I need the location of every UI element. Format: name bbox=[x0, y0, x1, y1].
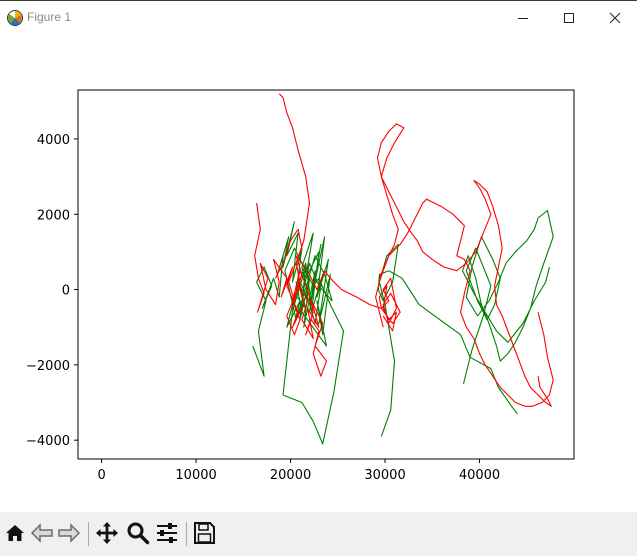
y-tick-label: −2000 bbox=[26, 359, 70, 374]
forward-arrow-icon bbox=[58, 523, 81, 543]
trajectory-line-1 bbox=[252, 221, 345, 445]
trajectory-line-6 bbox=[378, 198, 554, 407]
trajectory-line-3 bbox=[461, 209, 554, 384]
back-arrow-icon bbox=[30, 523, 53, 543]
maximize-icon bbox=[564, 12, 574, 23]
x-tick-label: 40000 bbox=[459, 468, 500, 483]
matplotlib-figure-icon bbox=[6, 9, 24, 27]
zoom-magnifier-icon bbox=[127, 522, 150, 545]
trajectory-line-2 bbox=[377, 243, 518, 437]
x-tick-label: 0 bbox=[97, 468, 105, 483]
trajectory-line-7 bbox=[375, 123, 552, 407]
y-tick-label: −4000 bbox=[26, 434, 70, 449]
y-axis: −4000 −2000 0 2000 4000 bbox=[26, 133, 78, 449]
save-button[interactable] bbox=[190, 519, 218, 547]
pan-move-icon bbox=[96, 522, 118, 544]
x-tick-label: 20000 bbox=[270, 468, 311, 483]
pan-button[interactable] bbox=[93, 519, 121, 547]
close-icon bbox=[609, 12, 621, 23]
y-tick-label: 0 bbox=[62, 284, 70, 299]
maximize-button[interactable] bbox=[546, 1, 592, 34]
home-button[interactable] bbox=[1, 519, 29, 547]
navigation-toolbar bbox=[0, 512, 637, 556]
window-title: Figure 1 bbox=[27, 10, 72, 24]
window-titlebar: Figure 1 bbox=[0, 0, 637, 34]
zoom-button[interactable] bbox=[124, 519, 152, 547]
floppy-disk-icon bbox=[194, 522, 215, 544]
x-tick-label: 10000 bbox=[175, 468, 216, 483]
figure-canvas[interactable]: 0 10000 20000 30000 40000 −4000 −2000 0 2000 400… bbox=[0, 34, 637, 512]
toolbar-separator bbox=[186, 522, 187, 546]
configure-subplots-button[interactable] bbox=[153, 519, 181, 547]
x-axis: 0 10000 20000 30000 40000 bbox=[97, 459, 500, 483]
back-button[interactable] bbox=[28, 519, 56, 547]
series-layer bbox=[252, 93, 554, 445]
toolbar-separator bbox=[88, 522, 89, 546]
sliders-icon bbox=[157, 523, 177, 543]
y-tick-label: 2000 bbox=[37, 208, 70, 223]
minimize-button[interactable] bbox=[500, 1, 546, 34]
close-button[interactable] bbox=[592, 1, 637, 34]
line-plot: 0 10000 20000 30000 40000 −4000 −2000 0 2000 400… bbox=[26, 89, 575, 483]
minimize-icon bbox=[518, 17, 528, 19]
y-tick-label: 4000 bbox=[37, 133, 70, 148]
home-icon bbox=[6, 525, 24, 541]
x-tick-label: 30000 bbox=[364, 468, 405, 483]
forward-button[interactable] bbox=[55, 519, 83, 547]
